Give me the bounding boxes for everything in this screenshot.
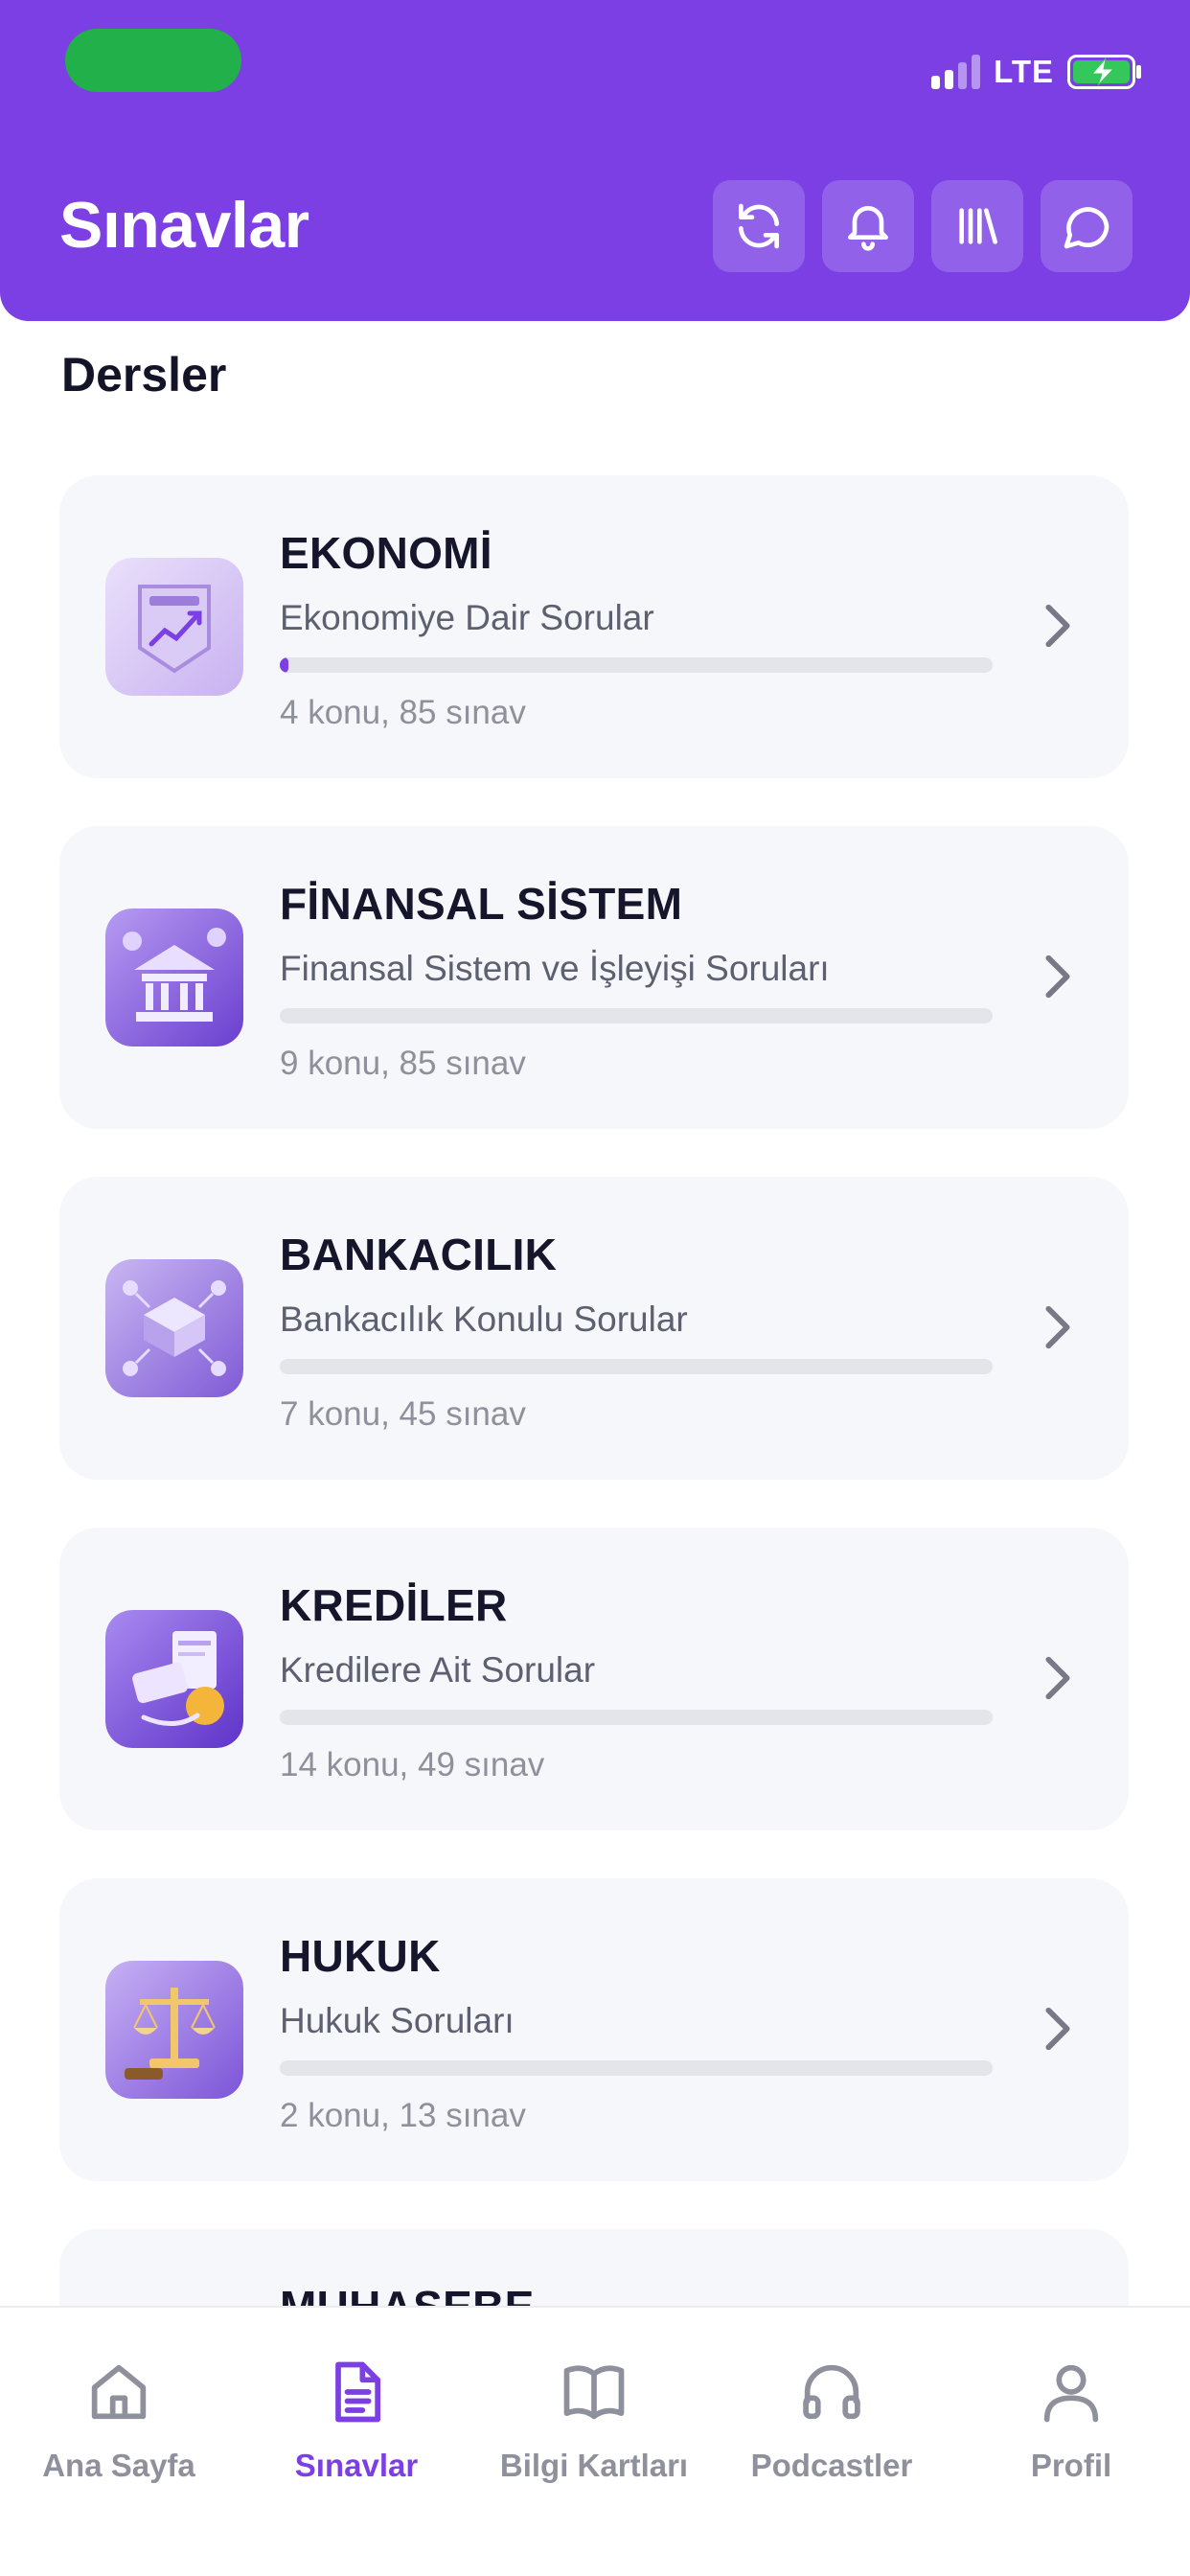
refresh-button[interactable]	[713, 180, 805, 272]
nav-label: Profil	[1030, 2448, 1112, 2483]
signal-icon	[931, 55, 981, 89]
status-indicator-pill	[65, 29, 241, 92]
battery-charging-icon	[1067, 55, 1142, 89]
course-meta: 4 konu, 85 sınav	[280, 694, 526, 731]
course-meta: 2 konu, 13 sınav	[280, 2097, 526, 2134]
nav-item-profile[interactable]: Profil	[952, 2356, 1190, 2484]
course-card[interactable]: HUKUK Hukuk Soruları 2 konu, 13 sınav	[59, 1878, 1129, 2181]
course-subtitle: Hukuk Soruları	[280, 2001, 515, 2040]
progress-bar	[280, 1008, 993, 1024]
library-button[interactable]	[931, 180, 1023, 272]
page-title: Sınavlar	[59, 189, 309, 262]
header-actions	[713, 180, 1133, 272]
status-bar-right: LTE	[931, 50, 1142, 94]
law-scales-icon	[105, 1961, 243, 2099]
bell-icon	[848, 206, 888, 251]
nav-label: Podcastler	[750, 2448, 913, 2483]
course-subtitle: Ekonomiye Dair Sorular	[280, 598, 654, 637]
chevron-right-icon	[1045, 604, 1070, 648]
course-subtitle: Kredilere Ait Sorular	[280, 1650, 596, 1690]
course-title: BANKACILIK	[280, 1230, 558, 1279]
library-icon	[959, 208, 997, 244]
progress-bar	[280, 1359, 993, 1374]
home-icon	[91, 2364, 147, 2420]
course-subtitle: Finansal Sistem ve İşleyişi Soruları	[280, 949, 830, 988]
progress-bar	[280, 1710, 993, 1725]
credit-icon	[105, 1610, 243, 1748]
chat-icon	[1064, 207, 1110, 249]
refresh-icon	[739, 203, 779, 249]
chevron-right-icon	[1045, 1305, 1070, 1349]
section-title: Dersler	[61, 348, 227, 402]
screen: LTE Sınavlar Dersler EKONOMİ Ekonomiye D…	[0, 0, 1190, 2576]
chevron-right-icon	[1045, 2007, 1070, 2051]
progress-bar	[280, 2060, 993, 2076]
course-title: HUKUK	[280, 1931, 441, 1981]
course-card[interactable]: KREDİLER Kredilere Ait Sorular 14 konu, …	[59, 1528, 1129, 1830]
bank-building-icon	[105, 908, 243, 1046]
course-subtitle: Bankacılık Konulu Sorular	[280, 1300, 688, 1339]
nav-label: Bilgi Kartları	[499, 2448, 689, 2483]
economy-icon	[105, 558, 243, 696]
bottom-nav: Ana Sayfa Sınavlar Bilgi Kartları Podcas…	[0, 2306, 1190, 2576]
book-icon	[563, 2365, 625, 2420]
nav-label: Sınavlar	[294, 2448, 419, 2483]
course-card[interactable]: BANKACILIK Bankacılık Konulu Sorular 7 k…	[59, 1177, 1129, 1480]
nav-item-home[interactable]: Ana Sayfa	[0, 2356, 238, 2484]
course-title: KREDİLER	[280, 1580, 508, 1630]
chat-button[interactable]	[1041, 180, 1133, 272]
course-card[interactable]: EKONOMİ Ekonomiye Dair Sorular 4 konu, 8…	[59, 475, 1129, 778]
course-title: FİNANSAL SİSTEM	[280, 879, 683, 929]
nav-item-podcasts[interactable]: Podcastler	[713, 2356, 950, 2484]
headphones-icon	[803, 2364, 860, 2420]
course-card[interactable]: FİNANSAL SİSTEM Finansal Sistem ve İşley…	[59, 826, 1129, 1129]
nav-label: Ana Sayfa	[42, 2448, 195, 2483]
progress-bar	[280, 657, 993, 673]
chevron-right-icon	[1045, 1656, 1070, 1700]
progress-fill	[280, 657, 288, 673]
course-meta: 14 konu, 49 sınav	[280, 1746, 545, 1783]
app-header: LTE Sınavlar	[0, 0, 1190, 321]
document-icon	[335, 2361, 381, 2423]
course-title: EKONOMİ	[280, 528, 492, 578]
course-meta: 7 konu, 45 sınav	[280, 1395, 526, 1433]
course-meta: 9 konu, 85 sınav	[280, 1045, 526, 1082]
chevron-right-icon	[1045, 954, 1070, 999]
nav-item-flashcards[interactable]: Bilgi Kartları	[475, 2356, 713, 2484]
notifications-button[interactable]	[822, 180, 914, 272]
nav-item-exams[interactable]: Sınavlar	[238, 2356, 475, 2484]
user-icon	[1043, 2364, 1099, 2423]
banking-network-icon	[105, 1259, 243, 1397]
network-label: LTE	[994, 54, 1054, 89]
